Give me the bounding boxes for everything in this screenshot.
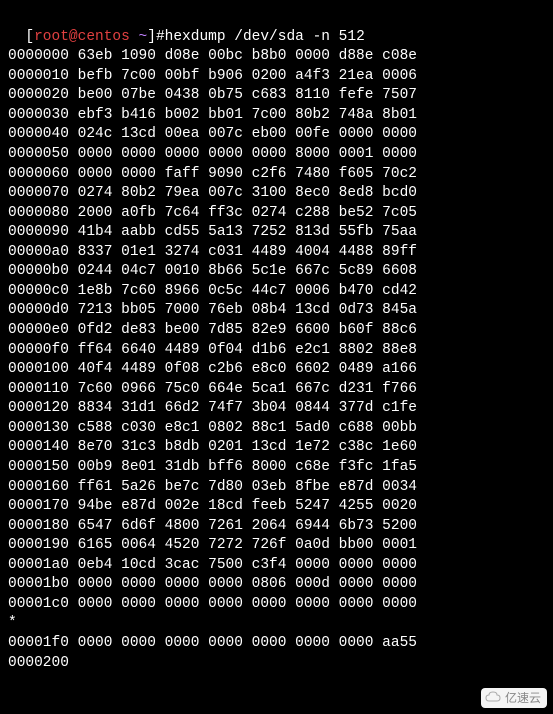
hex-line: 00001a0 0eb4 10cd 3cac 7500 c3f4 0000 00… — [8, 556, 545, 576]
hexdump-output: 0000000 63eb 1090 d08e 00bc b8b0 0000 d8… — [8, 47, 545, 673]
hex-line: 0000020 be00 07be 0438 0b75 c683 8110 fe… — [8, 86, 545, 106]
hex-line: 0000000 63eb 1090 d08e 00bc b8b0 0000 d8… — [8, 47, 545, 67]
prompt-space — [130, 29, 139, 45]
hex-line: 0000080 2000 a0fb 7c64 ff3c 0274 c288 be… — [8, 204, 545, 224]
hex-line: 0000060 0000 0000 faff 9090 c2f6 7480 f6… — [8, 165, 545, 185]
hex-line: 00000a0 8337 01e1 3274 c031 4489 4004 44… — [8, 243, 545, 263]
hex-line: 0000160 ff61 5a26 be7c 7d80 03eb 8fbe e8… — [8, 478, 545, 498]
hex-line: 0000070 0274 80b2 79ea 007c 3100 8ec0 8e… — [8, 184, 545, 204]
prompt-close-bracket: ] — [147, 29, 156, 45]
hex-line: 0000040 024c 13cd 00ea 007c eb00 00fe 00… — [8, 125, 545, 145]
cloud-icon — [485, 690, 501, 704]
hex-line: * — [8, 614, 545, 634]
hex-line: 0000140 8e70 31c3 b8db 0201 13cd 1e72 c3… — [8, 438, 545, 458]
prompt-open-bracket: [ — [25, 29, 34, 45]
hex-line: 0000110 7c60 0966 75c0 664e 5ca1 667c d2… — [8, 380, 545, 400]
watermark-badge: 亿速云 — [481, 688, 547, 708]
prompt-user-host: root@centos — [34, 29, 130, 45]
hex-line: 0000150 00b9 8e01 31db bff6 8000 c68e f3… — [8, 458, 545, 478]
watermark-text: 亿速云 — [505, 691, 541, 705]
hex-line: 0000120 8834 31d1 66d2 74f7 3b04 0844 37… — [8, 399, 545, 419]
hex-line: 00000b0 0244 04c7 0010 8b66 5c1e 667c 5c… — [8, 262, 545, 282]
hex-line: 0000200 — [8, 654, 545, 674]
hex-line: 0000180 6547 6d6f 4800 7261 2064 6944 6b… — [8, 517, 545, 537]
hex-line: 00001c0 0000 0000 0000 0000 0000 0000 00… — [8, 595, 545, 615]
command-text: hexdump /dev/sda -n 512 — [165, 29, 365, 45]
hex-line: 0000090 41b4 aabb cd55 5a13 7252 813d 55… — [8, 223, 545, 243]
hex-line: 0000130 c588 c030 e8c1 0802 88c1 5ad0 c6… — [8, 419, 545, 439]
hex-line: 0000100 40f4 4489 0f08 c2b6 e8c0 6602 04… — [8, 360, 545, 380]
hex-line: 0000010 befb 7c00 00bf b906 0200 a4f3 21… — [8, 67, 545, 87]
prompt-hash: # — [156, 29, 165, 45]
hex-line: 00000d0 7213 bb05 7000 76eb 08b4 13cd 0d… — [8, 301, 545, 321]
prompt-cwd: ~ — [139, 29, 148, 45]
hex-line: 00000c0 1e8b 7c60 8966 0c5c 44c7 0006 b4… — [8, 282, 545, 302]
hex-line: 0000190 6165 0064 4520 7272 726f 0a0d bb… — [8, 536, 545, 556]
hex-line: 00000e0 0fd2 de83 be00 7d85 82e9 6600 b6… — [8, 321, 545, 341]
shell-prompt[interactable]: [root@centos ~]#hexdump /dev/sda -n 512 — [8, 8, 545, 47]
hex-line: 0000050 0000 0000 0000 0000 0000 8000 00… — [8, 145, 545, 165]
hex-line: 00001b0 0000 0000 0000 0000 0806 000d 00… — [8, 575, 545, 595]
hex-line: 00000f0 ff64 6640 4489 0f04 d1b6 e2c1 88… — [8, 341, 545, 361]
hex-line: 00001f0 0000 0000 0000 0000 0000 0000 00… — [8, 634, 545, 654]
hex-line: 0000170 94be e87d 002e 18cd feeb 5247 42… — [8, 497, 545, 517]
hex-line: 0000030 ebf3 b416 b002 bb01 7c00 80b2 74… — [8, 106, 545, 126]
